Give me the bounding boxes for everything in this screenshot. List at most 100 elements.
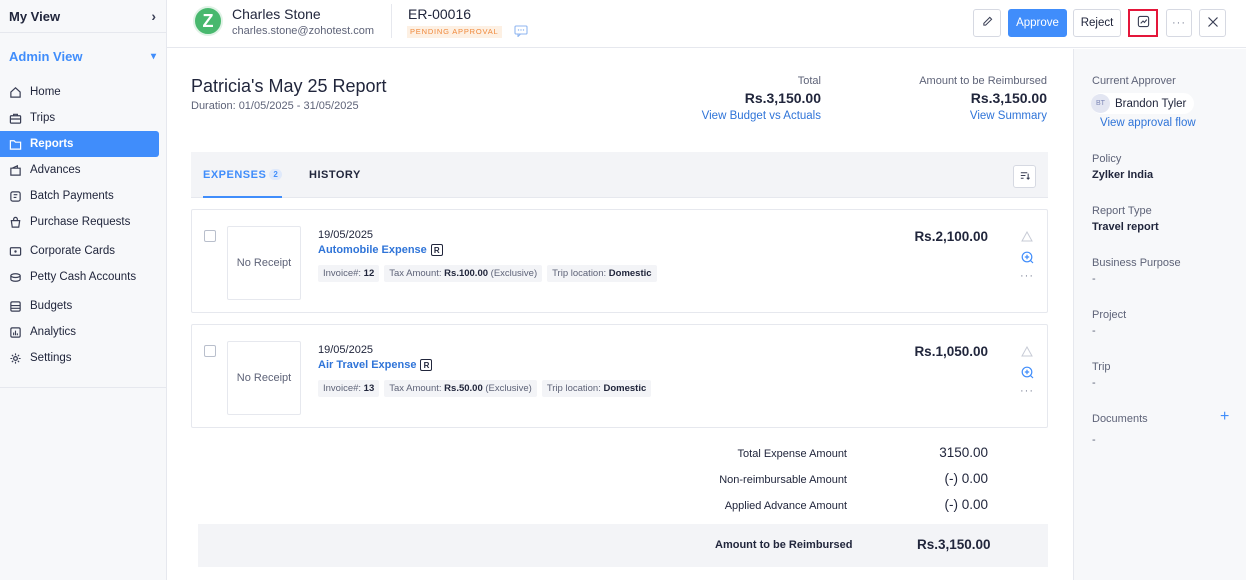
documents-value: - (1092, 434, 1096, 446)
expense-row[interactable]: No Receipt 19/05/2025 Automobile Expense… (191, 209, 1048, 313)
close-button[interactable] (1199, 9, 1226, 37)
report-details-panel: Current Approver BT Brandon Tyler View a… (1073, 49, 1246, 580)
business-purpose-value: - (1092, 273, 1096, 285)
sidebar-item-petty-cash[interactable]: Petty Cash Accounts (0, 264, 159, 290)
report-title: Patricia's May 25 Report (191, 76, 387, 96)
warning-icon[interactable] (1021, 230, 1033, 242)
sidebar-item-purchase-requests[interactable]: Purchase Requests (0, 209, 159, 235)
tax-type: (Exclusive) (485, 383, 532, 394)
tab-history[interactable]: HISTORY (309, 169, 361, 181)
sidebar-item-reports[interactable]: Reports (0, 131, 159, 157)
expense-tags: Invoice#: 13 Tax Amount: Rs.50.00 (Exclu… (318, 380, 652, 397)
tab-expenses[interactable]: EXPENSES 2 (203, 169, 283, 181)
expense-date: 19/05/2025 (318, 229, 374, 241)
view-approval-flow-link[interactable]: View approval flow (1100, 117, 1196, 129)
expense-date: 19/05/2025 (318, 344, 374, 356)
invoice-value: 13 (363, 383, 375, 394)
sidebar-item-label: Batch Payments (30, 190, 114, 202)
trip-value: Domestic (608, 268, 652, 279)
sidebar-item-label: Purchase Requests (30, 216, 131, 228)
tax-type: (Exclusive) (490, 268, 538, 279)
sidebar-item-advances[interactable]: Advances (0, 157, 159, 183)
add-document-icon[interactable]: + (1220, 408, 1229, 426)
invoice-tag: Invoice#: 12 (318, 265, 380, 282)
receipt-placeholder[interactable]: No Receipt (227, 341, 301, 415)
admin-view-toggle[interactable]: Admin View ▾ (0, 33, 166, 79)
summary-value: (-) 0.00 (944, 497, 988, 512)
sidebar-item-label: Petty Cash Accounts (30, 271, 137, 283)
submitter-name: Charles Stone (232, 6, 321, 22)
warning-icon[interactable] (1021, 345, 1033, 357)
sidebar-item-label: Settings (30, 352, 72, 364)
total-block: Total Rs.3,150.00 View Budget vs Actuals (702, 75, 821, 122)
sidebar-item-label: Budgets (30, 300, 73, 312)
summary-non-reimbursable: Non-reimbursable Amount (-) 0.00 (677, 471, 988, 486)
avatar: Z (193, 6, 223, 36)
sidebar-item-corporate-cards[interactable]: Corporate Cards (0, 238, 159, 264)
card-icon (8, 244, 22, 258)
header-divider (391, 4, 392, 38)
expense-more-icon[interactable]: ··· (1020, 271, 1034, 282)
sidebar-item-trips[interactable]: Trips (0, 105, 159, 131)
expense-row[interactable]: No Receipt 19/05/2025 Air Travel Expense… (191, 324, 1048, 428)
sort-button[interactable] (1013, 165, 1036, 188)
reject-button[interactable]: Reject (1073, 9, 1121, 37)
zoom-in-icon[interactable] (1021, 251, 1034, 263)
budget-icon (8, 299, 22, 313)
my-view-label: My View (9, 8, 61, 24)
report-type-value: Travel report (1092, 221, 1159, 233)
more-dots-icon: ··· (1172, 17, 1186, 29)
reimbursable-amount: Rs.3,150.00 (970, 90, 1047, 106)
expense-checkbox[interactable] (204, 345, 216, 357)
zoom-in-icon[interactable] (1021, 366, 1034, 378)
receipt-placeholder[interactable]: No Receipt (227, 226, 301, 300)
sidebar-divider (0, 387, 166, 388)
expense-actions: ··· (1020, 230, 1034, 282)
sidebar-item-settings[interactable]: Settings (0, 345, 159, 371)
total-amount: Rs.3,150.00 (744, 90, 821, 106)
comment-icon[interactable] (514, 25, 528, 40)
admin-view-label: Admin View (9, 48, 83, 64)
reimbursement-value: Rs.3,150.00 (917, 537, 991, 552)
edit-button[interactable] (973, 9, 1001, 37)
expense-more-icon[interactable]: ··· (1020, 386, 1034, 397)
expense-actions: ··· (1020, 345, 1034, 397)
sidebar-item-batch-payments[interactable]: Batch Payments (0, 183, 159, 209)
sidebar-item-analytics[interactable]: Analytics (0, 319, 159, 345)
view-summary-link[interactable]: View Summary (919, 110, 1047, 122)
tax-value: Rs.50.00 (444, 383, 483, 394)
chevron-right-icon: › (151, 8, 156, 24)
active-tab-indicator (203, 196, 282, 198)
trip-value: Domestic (603, 383, 647, 394)
trip-label: Trip location: (546, 383, 601, 394)
expense-category-link[interactable]: Automobile Expense R (318, 244, 443, 256)
trip-tag: Trip location: Domestic (547, 265, 657, 282)
pencil-icon (982, 16, 993, 30)
expense-count-badge: 2 (269, 169, 283, 180)
trip-label: Trip (1092, 361, 1111, 373)
approve-button[interactable]: Approve (1008, 9, 1067, 37)
current-approver-label: Current Approver (1092, 75, 1176, 87)
tab-expenses-label: EXPENSES (203, 169, 267, 181)
sidebar-nav: Home Trips Reports Advances Batch Paymen… (0, 79, 166, 371)
approver-chip: BT Brandon Tyler (1091, 93, 1195, 114)
report-duration: Duration: 01/05/2025 - 31/05/2025 (191, 100, 359, 112)
sidebar-item-budgets[interactable]: Budgets (0, 293, 159, 319)
expense-checkbox[interactable] (204, 230, 216, 242)
tax-label: Tax Amount: (389, 268, 442, 279)
sidebar-item-label: Reports (30, 138, 74, 150)
view-budget-link[interactable]: View Budget vs Actuals (702, 110, 821, 122)
wallet-icon (8, 163, 22, 177)
sidebar-item-home[interactable]: Home (0, 79, 159, 105)
more-options-button[interactable]: ··· (1166, 9, 1192, 37)
analytics-toggle-button[interactable] (1128, 9, 1158, 37)
documents-label: Documents (1092, 413, 1148, 425)
project-label: Project (1092, 309, 1127, 321)
my-view-toggle[interactable]: My View › (0, 0, 166, 33)
invoice-label: Invoice#: (323, 268, 362, 279)
reimbursable-badge: R (420, 359, 433, 371)
chevron-down-icon: ▾ (150, 50, 156, 62)
expense-category-link[interactable]: Air Travel Expense R (318, 359, 433, 371)
summary-value: 3150.00 (939, 445, 988, 460)
report-number: ER-00016 (408, 6, 472, 22)
